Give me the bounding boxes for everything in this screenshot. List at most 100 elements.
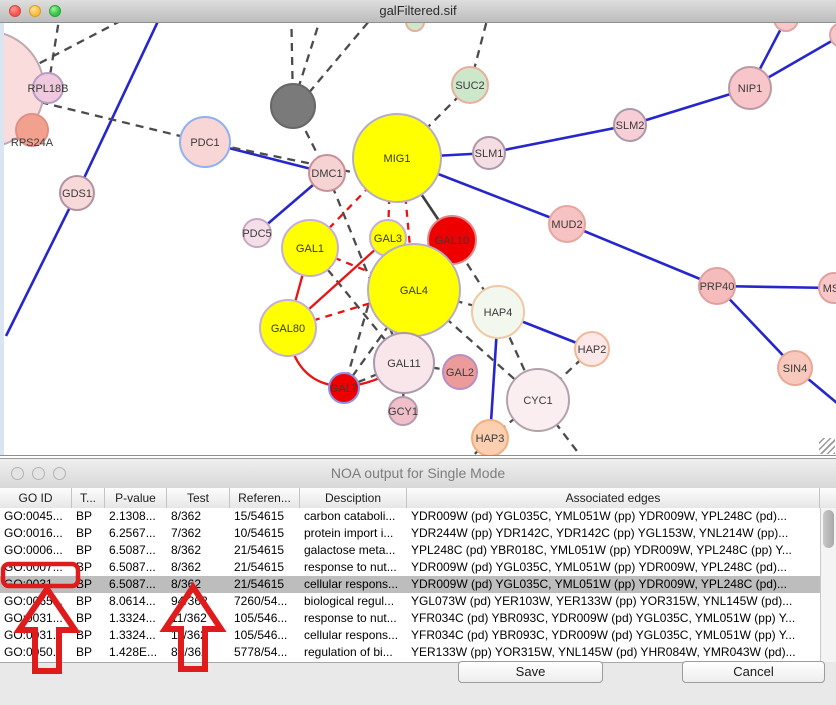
cell-desc: carbon cataboli... <box>304 508 407 525</box>
column-header[interactable]: P-value <box>105 488 167 508</box>
cell-test: 8/362 <box>171 508 230 525</box>
cell-pvalue: 6.5087... <box>109 559 167 576</box>
edge-blue[interactable] <box>77 23 160 193</box>
table-row[interactable]: GO:0007...BP6.5087...8/36221/54615respon… <box>0 559 820 576</box>
node-label: GDS1 <box>62 188 92 200</box>
column-header[interactable]: T... <box>72 488 105 508</box>
cell-desc: galactose meta... <box>304 542 407 559</box>
node-label: MSL <box>823 283 836 295</box>
table-row[interactable]: GO:0016...BP6.2567...7/36210/54615protei… <box>0 525 820 542</box>
cell-edges: YDR009W (pd) YGL035C, YML051W (pp) YDR00… <box>411 508 816 525</box>
node-label: GAL10 <box>435 235 469 247</box>
table-row[interactable]: GO:0050...BP1.428E...80/3625778/54...reg… <box>0 644 820 661</box>
node-label: NIP1 <box>738 83 762 95</box>
column-header[interactable]: Test <box>167 488 230 508</box>
table-row[interactable]: GO:0045...BP2.1308...8/36215/54615carbon… <box>0 508 820 525</box>
cell-test: 8/362 <box>171 576 230 593</box>
table-row[interactable]: GO:0031...BP1.3324...11/362105/546...res… <box>0 610 820 627</box>
node-unlabeled[interactable] <box>271 84 315 128</box>
network-graph[interactable]: RPL18BRPS24AGDS1PDC1MIG1DMC1SUC2SLM1SLM2… <box>0 23 836 455</box>
cell-type: BP <box>76 627 105 644</box>
cancel-button[interactable]: Cancel <box>682 661 825 683</box>
noa-table[interactable]: GO:0045...BP2.1308...8/36215/54615carbon… <box>0 508 820 663</box>
cell-desc: cellular respons... <box>304 627 407 644</box>
cell-type: BP <box>76 525 105 542</box>
cell-desc: response to nut... <box>304 559 407 576</box>
cell-ref: 7260/54... <box>234 593 300 610</box>
cell-ref: 105/546... <box>234 627 300 644</box>
cell-edges: YPL248C (pd) YBR018C, YML051W (pp) YDR00… <box>411 542 816 559</box>
noa-titlebar[interactable]: NOA output for Single Mode <box>0 459 836 489</box>
column-header[interactable]: Referen... <box>230 488 300 508</box>
noa-window-title: NOA output for Single Mode <box>0 459 836 488</box>
cell-go: GO:0016... <box>4 525 72 542</box>
cell-go: GO:0006... <box>4 542 72 559</box>
cell-pvalue: 6.5087... <box>109 576 167 593</box>
edge-dash[interactable] <box>307 23 386 95</box>
cell-ref: 21/54615 <box>234 576 300 593</box>
network-window-title: galFiltered.sif <box>0 0 836 22</box>
node-label: CYC1 <box>523 395 552 407</box>
cell-pvalue: 6.5087... <box>109 542 167 559</box>
cell-go: GO:0050... <box>4 644 72 661</box>
column-header[interactable]: GO ID <box>0 488 72 508</box>
column-header[interactable]: Associated edges <box>407 488 820 508</box>
node-label: GAL4 <box>400 285 428 297</box>
node-label: SLM2 <box>616 120 645 132</box>
cell-edges: YGL073W (pd) YER103W, YER133W (pp) YOR31… <box>411 593 816 610</box>
node-label: SIN4 <box>783 363 807 375</box>
node-label: GCY1 <box>388 406 418 418</box>
canvas-edge-strip <box>0 23 4 455</box>
node-label: HAP3 <box>476 433 505 445</box>
cell-ref: 21/54615 <box>234 559 300 576</box>
column-header[interactable]: Desciption <box>300 488 407 508</box>
cell-test: 11/362 <box>171 610 230 627</box>
cell-ref: 21/54615 <box>234 542 300 559</box>
cell-desc: biological regul... <box>304 593 407 610</box>
network-titlebar[interactable]: galFiltered.sif <box>0 0 836 23</box>
cell-ref: 5778/54... <box>234 644 300 661</box>
cell-type: BP <box>76 542 105 559</box>
network-window: galFiltered.sif RPL18BRPS24AGDS1PDC1MIG1… <box>0 0 836 456</box>
table-row[interactable]: GO:0031...BP6.5087...8/36221/54615cellul… <box>0 576 820 593</box>
cell-pvalue: 1.428E... <box>109 644 167 661</box>
cell-go: GO:0031... <box>4 576 72 593</box>
cell-desc: cellular respons... <box>304 576 407 593</box>
network-canvas[interactable]: RPL18BRPS24AGDS1PDC1MIG1DMC1SUC2SLM1SLM2… <box>0 23 836 455</box>
save-button[interactable]: Save <box>458 661 603 683</box>
table-row[interactable]: GO:0031...BP1.3324...11/362105/546...cel… <box>0 627 820 644</box>
cell-type: BP <box>76 559 105 576</box>
node-label: GAL11 <box>387 358 420 370</box>
cell-pvalue: 8.0614... <box>109 593 167 610</box>
resize-grip-icon[interactable] <box>819 438 835 454</box>
scrollbar-thumb[interactable] <box>823 510 834 548</box>
cell-edges: YER133W (pp) YOR315W, YNL145W (pd) YHR08… <box>411 644 816 661</box>
node-label: GAL2 <box>446 367 474 379</box>
cell-edges: YFR034C (pd) YBR093C, YDR009W (pd) YGL03… <box>411 627 816 644</box>
node-label: PRP40 <box>700 281 735 293</box>
node-label: SLM1 <box>475 148 504 160</box>
cell-type: BP <box>76 610 105 627</box>
cell-type: BP <box>76 593 105 610</box>
cell-test: 80/362 <box>171 644 230 661</box>
node-label: RPL18B <box>28 83 69 95</box>
node-label: SUC2 <box>455 80 484 92</box>
node-label: DMC1 <box>311 168 342 180</box>
cell-test: 94/362 <box>171 593 230 610</box>
node-unlabeled[interactable] <box>774 23 798 31</box>
edge-blue[interactable] <box>567 224 717 286</box>
node-label: GAL7 <box>330 383 358 395</box>
node-unlabeled[interactable] <box>830 23 836 47</box>
edge-blue[interactable] <box>6 193 77 336</box>
edge-blue[interactable] <box>489 125 630 153</box>
node-label: GAL80 <box>271 323 305 335</box>
cell-edges: YDR009W (pd) YGL035C, YML051W (pp) YDR00… <box>411 576 816 593</box>
cell-type: BP <box>76 508 105 525</box>
table-row[interactable]: GO:0065...BP8.0614...94/3627260/54...bio… <box>0 593 820 610</box>
vertical-scrollbar[interactable] <box>820 508 836 662</box>
table-row[interactable]: GO:0006...BP6.5087...8/36221/54615galact… <box>0 542 820 559</box>
noa-window: NOA output for Single Mode GO IDT...P-va… <box>0 458 836 705</box>
cell-go: GO:0007... <box>4 559 72 576</box>
cell-test: 8/362 <box>171 542 230 559</box>
node-unlabeled[interactable] <box>406 23 424 31</box>
